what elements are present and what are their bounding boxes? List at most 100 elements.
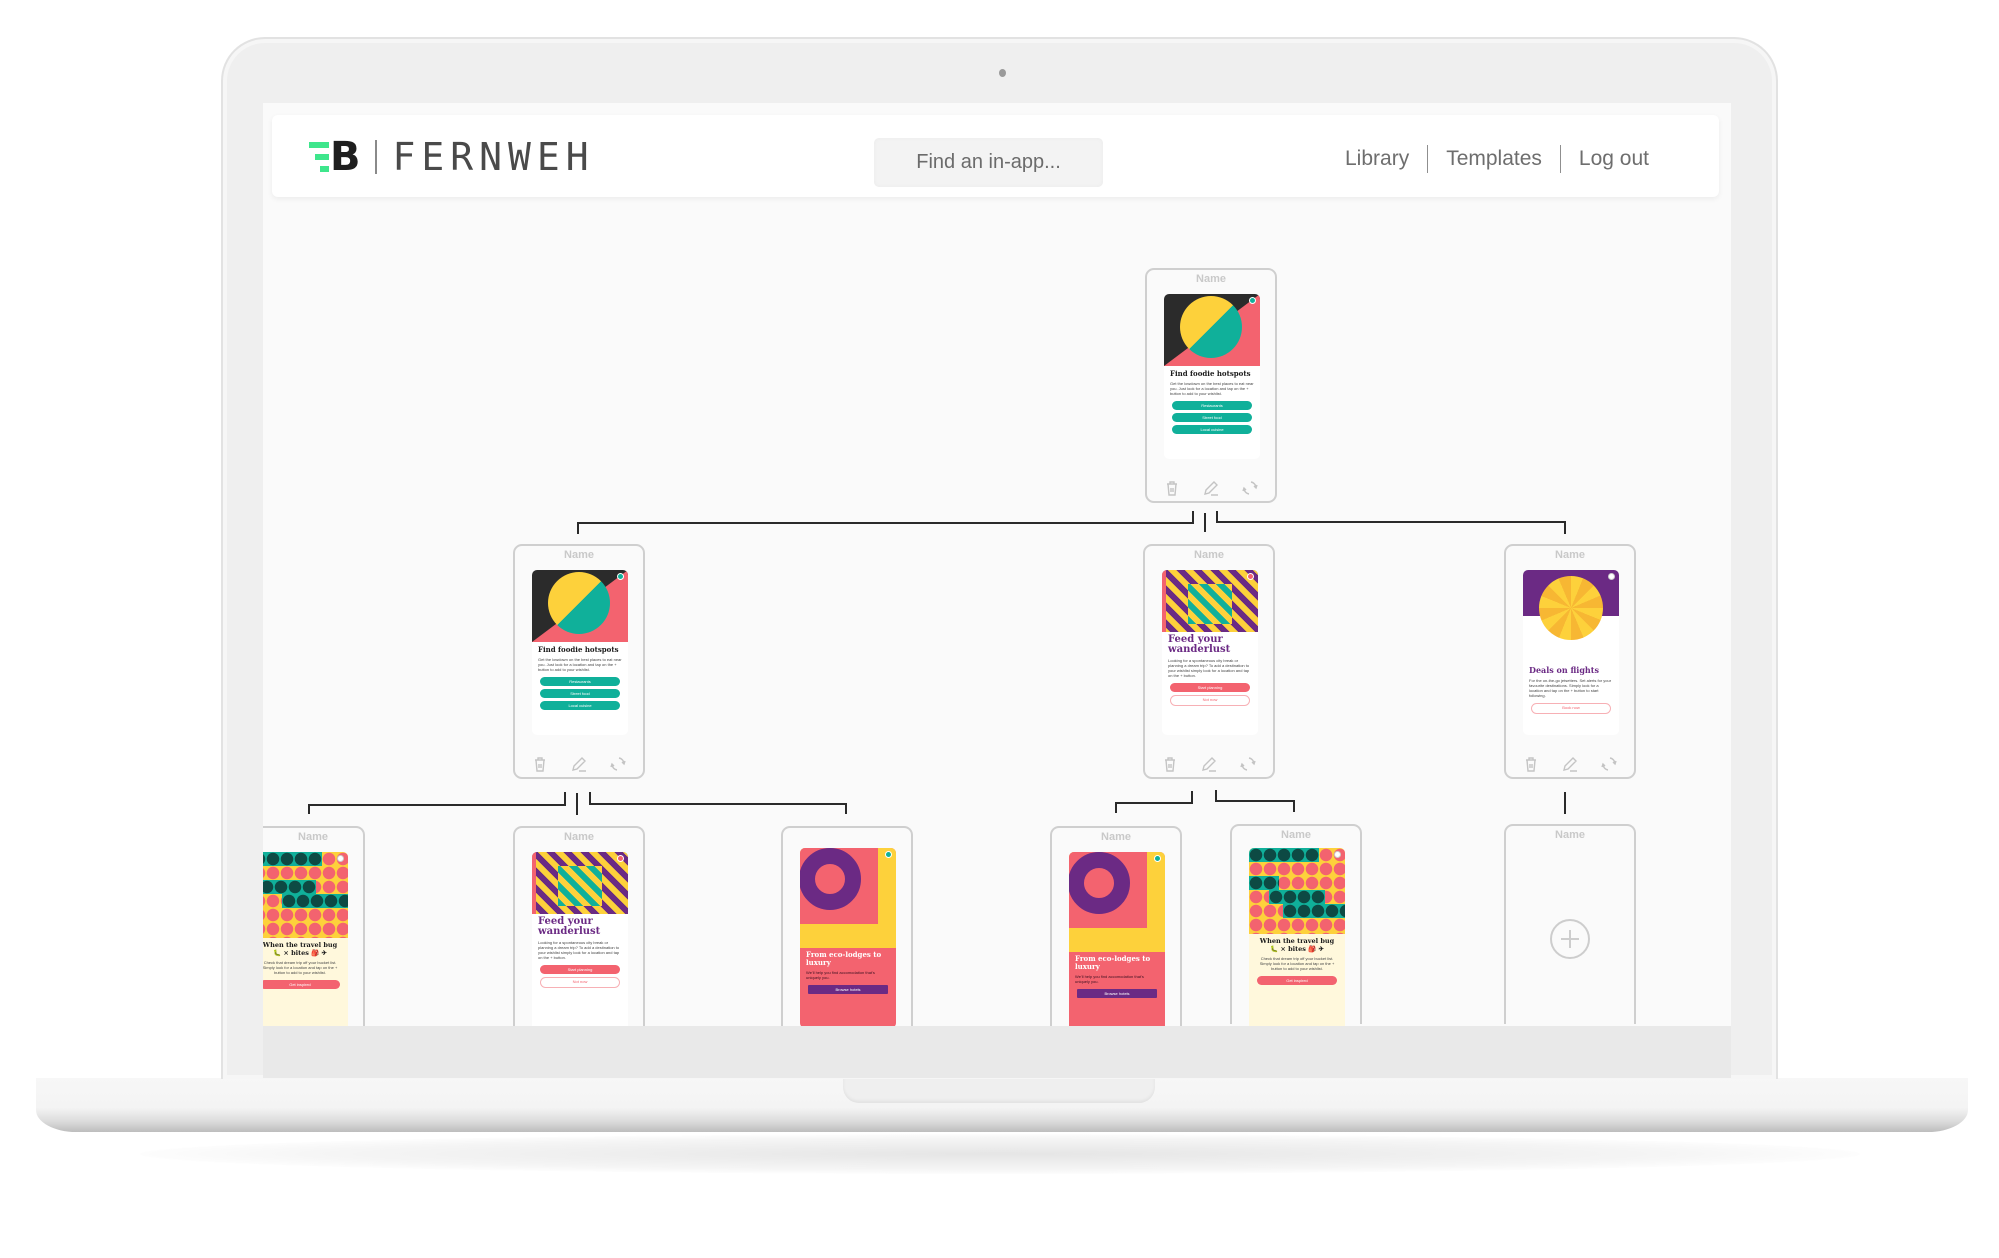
journey-tree: Name Find foodie hotspots Get the lowdow…: [263, 103, 1731, 1026]
preview-body: Looking for a spontaneous city break or …: [538, 940, 620, 960]
card-name-label: Name: [1196, 273, 1226, 285]
connector-line: [308, 804, 310, 814]
pencil-icon[interactable]: [570, 755, 588, 773]
preview-button: Book now: [1531, 703, 1611, 714]
preview-button: Get inspired: [1257, 976, 1337, 985]
preview-body: Get the lowdown on the best places to ea…: [538, 657, 622, 672]
pencil-icon[interactable]: [1200, 755, 1218, 773]
preview-title: Feed your wanderlust: [538, 916, 601, 937]
inapp-preview: Feed your wanderlust Looking for a spont…: [1162, 570, 1258, 735]
close-icon: [337, 855, 344, 862]
close-icon: [1154, 855, 1161, 862]
inapp-preview: Find foodie hotspots Get the lowdown on …: [532, 570, 628, 735]
card-name-label: Name: [1555, 549, 1585, 561]
inapp-card[interactable]: Name From eco-lodges to luxury We'll hel…: [1050, 826, 1182, 1026]
preview-title: When the travel bug 🐛 × bites 🎒 ✈: [263, 941, 338, 957]
preview-artwork: [1249, 848, 1345, 934]
preview-title: When the travel bug 🐛 × bites 🎒 ✈: [1259, 937, 1335, 953]
close-icon: [1334, 851, 1341, 858]
preview-title: Find foodie hotspots: [538, 645, 619, 654]
preview-title: Find foodie hotspots: [1170, 369, 1251, 378]
card-name-label: Name: [564, 831, 594, 843]
inapp-card-root[interactable]: Name Find foodie hotspots Get the lowdow…: [1145, 268, 1277, 503]
card-name-label: Name: [298, 831, 328, 843]
preview-button: Browse hotels: [808, 985, 888, 994]
swap-icon[interactable]: [1241, 479, 1259, 497]
inapp-preview: Feed your wanderlust Looking for a spont…: [532, 852, 628, 1026]
preview-artwork: [532, 570, 628, 642]
connector-line: [1564, 792, 1566, 814]
inapp-card[interactable]: From eco-lodges to luxury We'll help you…: [781, 826, 913, 1026]
close-icon: [1247, 573, 1254, 580]
preview-body: Get the lowdown on the best places to ea…: [1170, 381, 1254, 396]
swap-icon[interactable]: [609, 755, 627, 773]
card-actions: [1506, 755, 1634, 773]
trash-icon[interactable]: [1163, 479, 1181, 497]
connector-line: [1191, 791, 1193, 804]
inapp-card[interactable]: Name Feed your wanderlust Looking for a …: [1143, 544, 1275, 779]
card-actions: [1147, 479, 1275, 497]
connector-line: [576, 793, 578, 815]
card-name-label: Name: [1555, 829, 1585, 841]
inapp-card[interactable]: Name Feed your wanderlust Looking for a …: [513, 826, 645, 1026]
card-name-label: Name: [564, 549, 594, 561]
preview-body: Check that dream trip off your bucket li…: [263, 960, 338, 975]
connector-line: [1192, 511, 1194, 524]
card-actions: [515, 755, 643, 773]
inapp-card[interactable]: Name Find foodie hotspots Get the lowdow…: [513, 544, 645, 779]
preview-title: Deals on flights: [1529, 665, 1599, 675]
pencil-icon[interactable]: [1202, 479, 1220, 497]
preview-body: For the on-the-go jetsetters. Set alerts…: [1529, 678, 1612, 698]
preview-button: Street food: [1172, 413, 1252, 422]
preview-body: We'll help you find accomodation that's …: [806, 970, 875, 980]
preview-body: Looking for a spontaneous city break or …: [1168, 658, 1250, 678]
close-icon: [1608, 573, 1615, 580]
inapp-preview: From eco-lodges to luxury We'll help you…: [1069, 852, 1165, 1026]
trash-icon[interactable]: [531, 755, 549, 773]
preview-title: From eco-lodges to luxury: [806, 950, 882, 967]
preview-title: Feed your wanderlust: [1168, 634, 1231, 655]
connector-line: [577, 522, 1194, 524]
preview-body: Check that dream trip off your bucket li…: [1259, 956, 1335, 971]
preview-button: Local cuisine: [540, 701, 620, 710]
preview-artwork: [1164, 294, 1260, 366]
connector-line: [564, 792, 566, 806]
connector-line: [845, 803, 847, 814]
connector-line: [308, 804, 566, 806]
preview-title: From eco-lodges to luxury: [1075, 954, 1151, 971]
pencil-icon[interactable]: [1561, 755, 1579, 773]
add-inapp-card[interactable]: Name: [1504, 824, 1636, 1024]
inapp-preview: Deals on flights For the on-the-go jetse…: [1523, 570, 1619, 735]
preview-artwork: [1162, 570, 1258, 632]
preview-button: Restaurants: [540, 677, 620, 686]
inapp-preview: When the travel bug 🐛 × bites 🎒 ✈ Check …: [263, 852, 348, 1026]
preview-artwork: [1523, 570, 1619, 662]
add-icon[interactable]: [1550, 919, 1590, 959]
inapp-preview: Find foodie hotspots Get the lowdown on …: [1164, 294, 1260, 459]
camera-icon: [999, 69, 1006, 77]
trash-icon[interactable]: [1161, 755, 1179, 773]
close-icon: [1249, 297, 1256, 304]
preview-artwork: [1069, 852, 1165, 952]
preview-button: Get inspired: [263, 980, 340, 989]
inapp-card[interactable]: Name When the travel bug 🐛 × bites 🎒 ✈ C…: [263, 826, 365, 1026]
card-actions: [1145, 755, 1273, 773]
trash-icon[interactable]: [1522, 755, 1540, 773]
card-name-label: Name: [1101, 831, 1131, 843]
swap-icon[interactable]: [1600, 755, 1618, 773]
preview-button: Start planning: [540, 965, 620, 974]
inapp-preview: When the travel bug 🐛 × bites 🎒 ✈ Check …: [1249, 848, 1345, 1026]
preview-button: Browse hotels: [1077, 989, 1157, 998]
connector-line: [577, 522, 579, 534]
inapp-card[interactable]: Name Deals on flights For the on-the-go …: [1504, 544, 1636, 779]
preview-button: Local cuisine: [1172, 425, 1252, 434]
preview-artwork: [532, 852, 628, 914]
swap-icon[interactable]: [1239, 755, 1257, 773]
preview-artwork: [263, 852, 348, 938]
connector-line: [1293, 800, 1295, 812]
connector-line: [1204, 513, 1206, 532]
card-name-label: [783, 831, 911, 845]
connector-line: [1564, 521, 1566, 534]
inapp-card[interactable]: Name When the travel bug 🐛 × bites 🎒 ✈ C…: [1230, 824, 1362, 1026]
preview-button: Not now: [1170, 695, 1250, 706]
